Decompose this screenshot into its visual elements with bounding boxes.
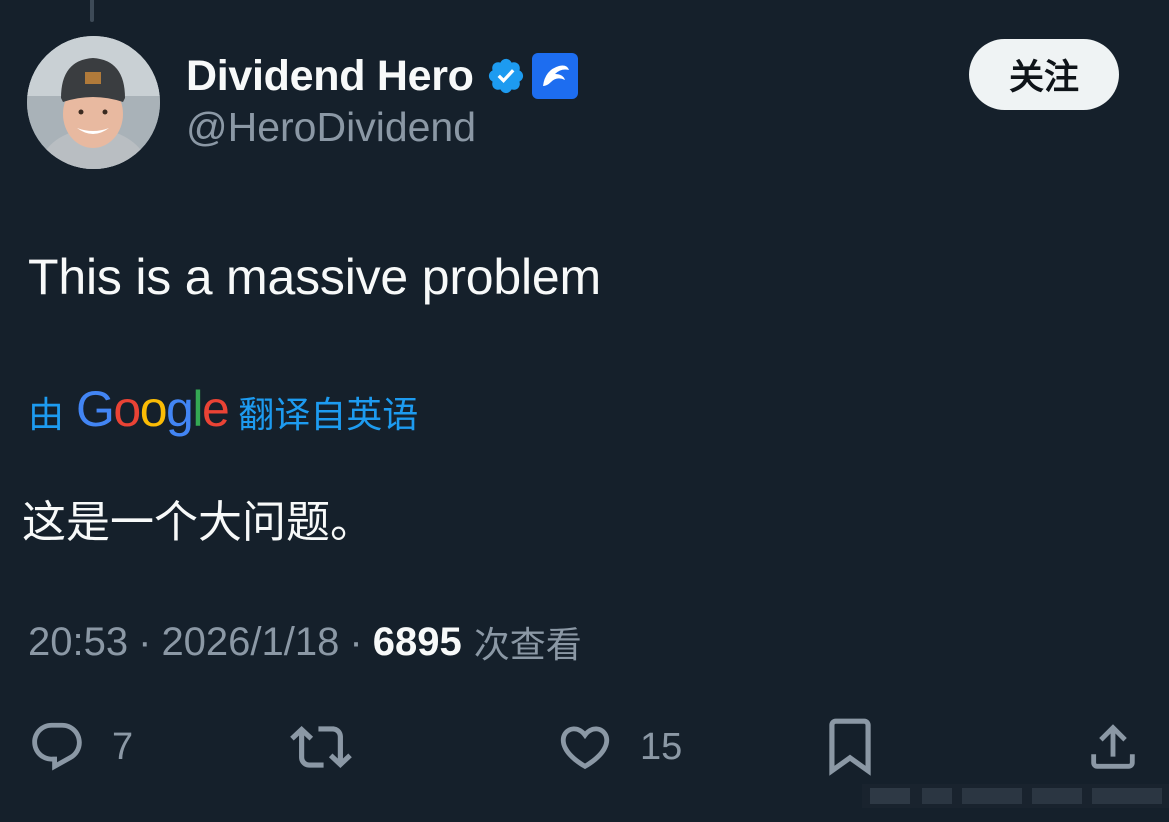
like-button[interactable]: 15 — [556, 716, 682, 778]
affiliate-badge-icon[interactable] — [531, 52, 579, 100]
bookmark-button[interactable] — [824, 716, 876, 778]
tweet-metadata: 20:53 · 2026/1/18 · 6895 次查看 — [28, 616, 582, 668]
tweet-date[interactable]: 2026/1/18 — [161, 620, 339, 665]
avatar[interactable] — [27, 36, 160, 169]
avatar-photo — [27, 36, 160, 169]
speech-bubble-icon — [32, 722, 82, 771]
translation-attribution[interactable]: 由 Google 翻译自英语 — [28, 384, 418, 440]
reply-button[interactable]: 7 — [28, 716, 133, 778]
share-button[interactable] — [1084, 716, 1142, 778]
author-display-name[interactable]: Dividend Hero — [186, 52, 474, 101]
like-count: 15 — [640, 725, 683, 768]
meta-separator: · — [349, 619, 363, 664]
views-label[interactable]: 次查看 — [474, 616, 582, 668]
heart-icon — [560, 726, 610, 770]
tweet-text: This is a massive problem — [28, 249, 601, 305]
verified-badge-icon — [486, 56, 526, 96]
retweet-arrows-icon — [290, 726, 352, 768]
google-logo: Google — [76, 381, 230, 437]
tweet-time[interactable]: 20:53 — [28, 620, 128, 665]
follow-button[interactable]: 关注 — [969, 39, 1119, 110]
upload-share-icon — [1091, 724, 1135, 769]
watermark-overlay — [862, 784, 1169, 808]
translation-from-label: 翻译自英语 — [238, 395, 419, 436]
retweet-button[interactable] — [288, 716, 354, 778]
reply-count: 7 — [112, 725, 134, 768]
author-handle[interactable]: @HeroDividend — [186, 104, 476, 151]
views-count[interactable]: 6895 — [373, 620, 462, 665]
translated-tweet-text: 这是一个大问题。 — [22, 497, 374, 548]
bookmark-icon — [829, 718, 871, 776]
meta-separator: · — [138, 619, 152, 664]
translation-by-label: 由 — [28, 395, 65, 436]
thread-connector-line — [90, 0, 94, 22]
